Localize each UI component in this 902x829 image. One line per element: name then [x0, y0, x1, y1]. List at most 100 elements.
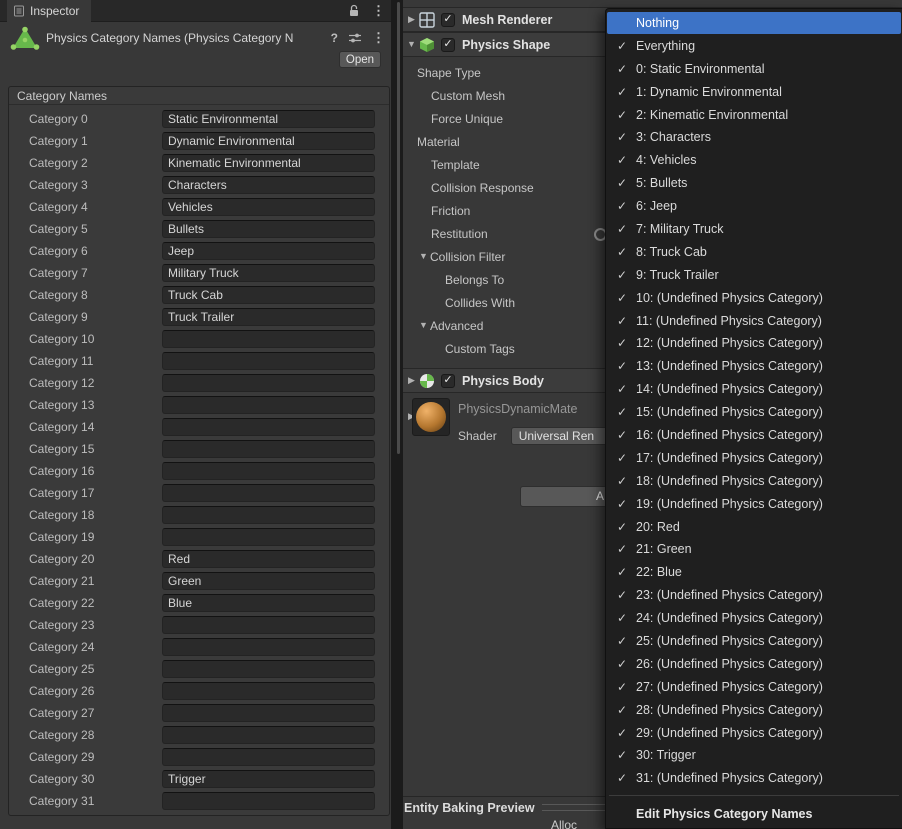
tab-inspector[interactable]: Inspector — [7, 0, 91, 22]
category-value-field[interactable]: Red — [162, 550, 375, 568]
category-value-field[interactable] — [162, 374, 375, 392]
category-value-field[interactable] — [162, 484, 375, 502]
edit-physics-category-names-item[interactable]: Edit Physics Category Names — [606, 801, 902, 827]
category-value-field[interactable]: Military Truck — [162, 264, 375, 282]
dropdown-item[interactable]: ✓6: Jeep — [606, 195, 902, 218]
category-value-field[interactable] — [162, 418, 375, 436]
dropdown-item[interactable]: ✓27: (Undefined Physics Category) — [606, 675, 902, 698]
foldout-expanded-icon[interactable]: ▼ — [405, 40, 418, 49]
dropdown-item[interactable]: ✓9: Truck Trailer — [606, 263, 902, 286]
scrollbar-thumb[interactable] — [397, 2, 400, 454]
physics-shape-checkbox[interactable]: ✓ — [441, 38, 455, 52]
header-kebab-menu-icon[interactable]: ⋮ — [372, 30, 385, 46]
dropdown-item[interactable]: ✓28: (Undefined Physics Category) — [606, 698, 902, 721]
dropdown-item[interactable]: ✓30: Trigger — [606, 744, 902, 767]
category-value-field[interactable]: Characters — [162, 176, 375, 194]
physics-body-checkbox[interactable]: ✓ — [441, 374, 455, 388]
category-label: Category 11 — [29, 354, 162, 368]
category-value-field[interactable]: Green — [162, 572, 375, 590]
category-value-field[interactable] — [162, 506, 375, 524]
category-value-field[interactable] — [162, 792, 375, 810]
dropdown-item-label: 17: (Undefined Physics Category) — [636, 451, 823, 465]
checkmark-icon: ✓ — [617, 588, 636, 602]
category-value-field[interactable] — [162, 330, 375, 348]
category-value-field[interactable]: Jeep — [162, 242, 375, 260]
category-value-field[interactable]: Static Environmental — [162, 110, 375, 128]
category-value-field[interactable]: Trigger — [162, 770, 375, 788]
dropdown-item[interactable]: ✓13: (Undefined Physics Category) — [606, 355, 902, 378]
category-value-field[interactable] — [162, 528, 375, 546]
category-value-field[interactable] — [162, 462, 375, 480]
dropdown-item[interactable]: ✓22: Blue — [606, 561, 902, 584]
category-value-field[interactable] — [162, 616, 375, 634]
dropdown-item[interactable]: ✓18: (Undefined Physics Category) — [606, 469, 902, 492]
dropdown-item[interactable]: ✓15: (Undefined Physics Category) — [606, 401, 902, 424]
dropdown-item[interactable]: ✓1: Dynamic Environmental — [606, 80, 902, 103]
dropdown-item[interactable]: ✓12: (Undefined Physics Category) — [606, 332, 902, 355]
foldout-expanded-icon[interactable]: ▼ — [417, 252, 430, 261]
category-label: Category 18 — [29, 508, 162, 522]
category-value-field[interactable] — [162, 726, 375, 744]
dropdown-item[interactable]: ✓21: Green — [606, 538, 902, 561]
dropdown-item[interactable]: ✓24: (Undefined Physics Category) — [606, 607, 902, 630]
category-value-field[interactable]: Vehicles — [162, 198, 375, 216]
dropdown-item[interactable]: ✓5: Bullets — [606, 172, 902, 195]
dropdown-item[interactable]: Nothing — [607, 12, 901, 35]
category-value-field[interactable] — [162, 638, 375, 656]
dropdown-item[interactable]: ✓4: Vehicles — [606, 149, 902, 172]
category-value-field[interactable]: Truck Trailer — [162, 308, 375, 326]
dropdown-item[interactable]: ✓23: (Undefined Physics Category) — [606, 584, 902, 607]
dropdown-item[interactable]: ✓3: Characters — [606, 126, 902, 149]
category-value-field[interactable] — [162, 682, 375, 700]
dropdown-item[interactable]: ✓8: Truck Cab — [606, 240, 902, 263]
foldout-collapsed-icon[interactable]: ▶ — [405, 376, 418, 385]
help-icon[interactable]: ? — [331, 31, 338, 45]
dropdown-item[interactable]: ✓25: (Undefined Physics Category) — [606, 630, 902, 653]
category-value-field[interactable]: Bullets — [162, 220, 375, 238]
category-label: Category 28 — [29, 728, 162, 742]
material-preview-thumbnail[interactable] — [412, 398, 450, 436]
dropdown-item[interactable]: ✓29: (Undefined Physics Category) — [606, 721, 902, 744]
dropdown-item[interactable]: ✓2: Kinematic Environmental — [606, 103, 902, 126]
panel-splitter[interactable] — [391, 0, 403, 829]
checkmark-icon: ✓ — [617, 680, 636, 694]
checkmark-icon: ✓ — [617, 428, 636, 442]
dropdown-item[interactable]: ✓31: (Undefined Physics Category) — [606, 767, 902, 790]
dropdown-item[interactable]: ✓10: (Undefined Physics Category) — [606, 286, 902, 309]
tab-kebab-menu-icon[interactable]: ⋮ — [372, 3, 385, 19]
mesh-renderer-checkbox[interactable]: ✓ — [441, 13, 455, 27]
dropdown-item[interactable]: ✓19: (Undefined Physics Category) — [606, 492, 902, 515]
lock-icon[interactable] — [348, 4, 360, 17]
open-button[interactable]: Open — [339, 51, 381, 68]
category-value-field[interactable] — [162, 352, 375, 370]
category-value-field[interactable]: Dynamic Environmental — [162, 132, 375, 150]
category-label: Category 3 — [29, 178, 162, 192]
dropdown-item[interactable]: ✓20: Red — [606, 515, 902, 538]
dropdown-item[interactable]: ✓17: (Undefined Physics Category) — [606, 446, 902, 469]
category-row: Category 17 — [9, 482, 389, 504]
category-value-field[interactable] — [162, 660, 375, 678]
category-value-field[interactable]: Truck Cab — [162, 286, 375, 304]
category-row: Category 12 — [9, 372, 389, 394]
dropdown-item[interactable]: ✓Everything — [606, 34, 902, 57]
category-value-field[interactable]: Kinematic Environmental — [162, 154, 375, 172]
dropdown-item[interactable]: ✓0: Static Environmental — [606, 57, 902, 80]
checkmark-icon: ✓ — [617, 359, 636, 373]
dropdown-item[interactable]: ✓26: (Undefined Physics Category) — [606, 652, 902, 675]
category-value-field[interactable] — [162, 704, 375, 722]
category-value-field[interactable] — [162, 396, 375, 414]
category-value-field[interactable] — [162, 748, 375, 766]
presets-icon[interactable] — [348, 32, 362, 44]
dropdown-item-label: 16: (Undefined Physics Category) — [636, 428, 823, 442]
foldout-expanded-icon[interactable]: ▼ — [417, 321, 430, 330]
physics-category-dropdown-menu: Nothing✓Everything✓0: Static Environment… — [605, 8, 902, 829]
dropdown-item[interactable]: ✓14: (Undefined Physics Category) — [606, 378, 902, 401]
foldout-collapsed-icon[interactable]: ▶ — [405, 15, 418, 24]
dropdown-item[interactable]: ✓16: (Undefined Physics Category) — [606, 424, 902, 447]
checkmark-icon: ✓ — [617, 85, 636, 99]
checkmark-icon: ✓ — [617, 703, 636, 717]
category-value-field[interactable]: Blue — [162, 594, 375, 612]
dropdown-item[interactable]: ✓11: (Undefined Physics Category) — [606, 309, 902, 332]
dropdown-item[interactable]: ✓7: Military Truck — [606, 218, 902, 241]
category-value-field[interactable] — [162, 440, 375, 458]
